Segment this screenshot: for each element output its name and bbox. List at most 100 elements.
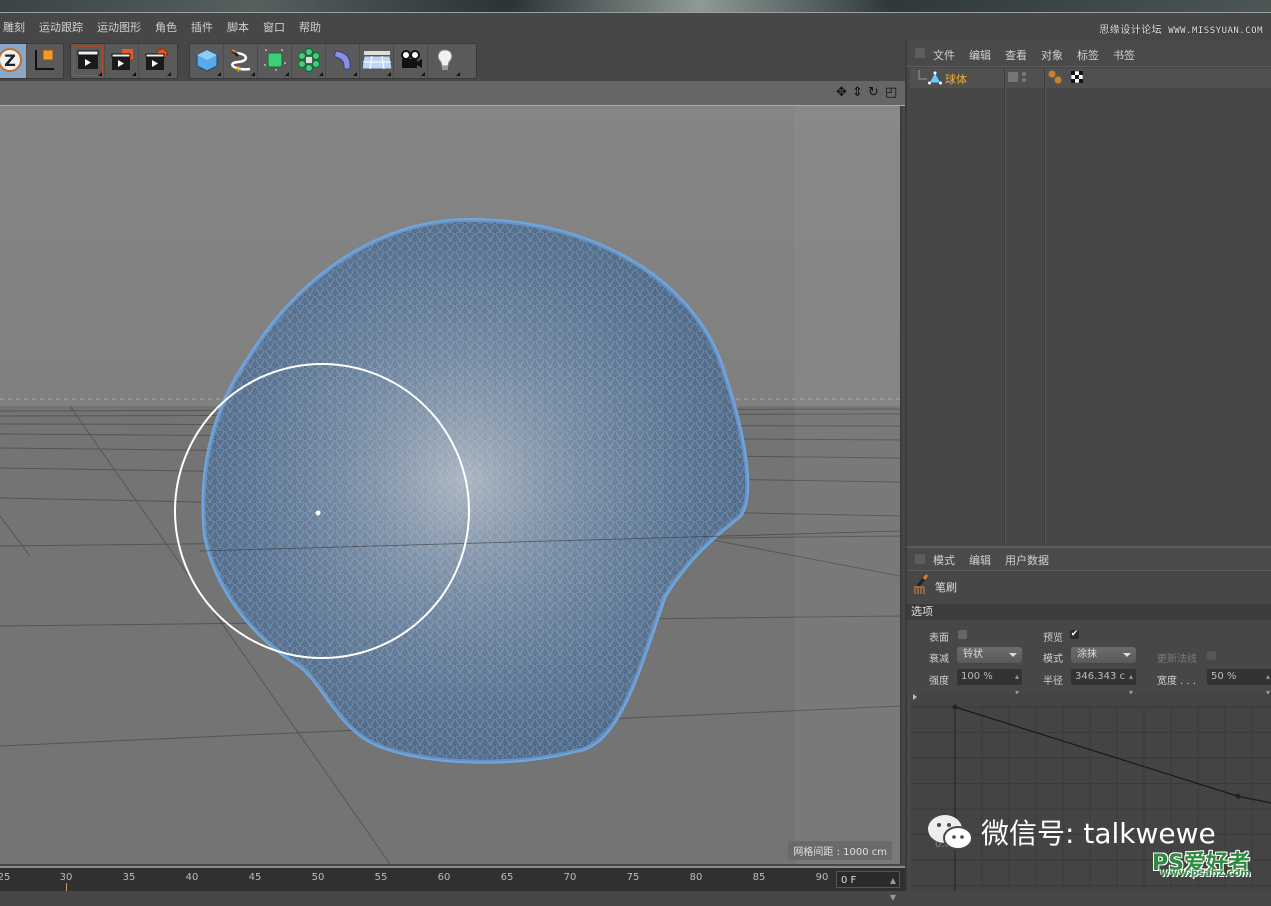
timeline[interactable]: 25 30 35 40 45 50 55 60 65 70 75 80 85 9… <box>0 866 905 902</box>
radius-value: 346.343 c <box>1075 671 1126 682</box>
toolbar-group-objects: + <box>189 43 477 79</box>
width-input[interactable]: 50 % ▴ ▾ <box>1207 669 1271 697</box>
menu-mode[interactable]: 模式 <box>933 552 955 568</box>
radius-input[interactable]: 346.343 c ▴ ▾ <box>1071 669 1136 697</box>
playhead[interactable] <box>66 883 67 891</box>
move-view-icon[interactable]: ✥ <box>836 85 847 100</box>
subdivision-icon <box>262 47 288 76</box>
tree-branch-icon <box>918 70 927 80</box>
menu-help[interactable]: 帮助 <box>299 19 321 35</box>
psahz-url: www.psahz.com <box>1160 868 1251 879</box>
menu-script[interactable]: 脚本 <box>227 19 249 35</box>
sphere-icon <box>928 71 942 85</box>
curve-knot[interactable] <box>952 704 958 710</box>
axis-object-icon <box>30 46 58 77</box>
timeline-tick: 35 <box>122 872 136 883</box>
editor-visibility-dot[interactable] <box>1022 72 1026 76</box>
update-normals-label: 更新法线 <box>1157 654 1197 665</box>
undo-z-icon: Z <box>0 47 23 76</box>
render-view-button[interactable] <box>71 44 105 78</box>
current-frame-value: 0 F <box>841 875 857 886</box>
section-options[interactable]: 选项 <box>907 604 1271 620</box>
menu-file[interactable]: 文件 <box>933 47 955 63</box>
strength-label: 强度 <box>929 676 949 687</box>
phong-tag-icon[interactable] <box>1048 69 1062 85</box>
timeline-tick: 55 <box>374 872 388 883</box>
zoom-view-icon[interactable]: ⇕ <box>852 85 863 100</box>
floor-button[interactable] <box>360 44 394 78</box>
chevron-down-icon <box>1009 653 1017 657</box>
falloff-value: 铃状 <box>963 649 983 660</box>
width-value: 50 % <box>1211 671 1237 682</box>
watermark-url: WWW.MISSYUAN.COM <box>1168 26 1263 36</box>
pen-spline-button[interactable]: + <box>224 44 258 78</box>
current-frame-field[interactable]: 0 F ▲ ▼ <box>836 871 900 902</box>
falloff-dropdown[interactable]: 铃状 <box>957 647 1022 663</box>
menu-user-data[interactable]: 用户数据 <box>1005 552 1049 568</box>
preview-checkbox[interactable]: ✔ <box>1070 630 1079 639</box>
strength-input[interactable]: 100 % ▴ ▾ <box>957 669 1022 697</box>
brush-tool-icon <box>914 574 929 594</box>
column-divider[interactable] <box>1044 68 1046 544</box>
menu-motion-tracking[interactable]: 运动跟踪 <box>39 19 83 35</box>
curve-y-tick: 0.4 <box>935 890 951 891</box>
cloner-icon <box>296 47 322 76</box>
watermark-top: 思缘设计论坛 WWW.MISSYUAN.COM <box>1099 21 1263 36</box>
falloff-label: 衰减 <box>929 654 949 665</box>
viewport-header: ✥ ⇕ ↻ ◰ <box>0 81 905 106</box>
layer-visibility-icon[interactable] <box>1008 72 1018 82</box>
object-manager: 文件 编辑 查看 对象 标签 书签 球体 <box>905 40 1271 546</box>
update-normals-checkbox[interactable] <box>1207 651 1216 660</box>
menu-edit[interactable]: 编辑 <box>969 47 991 63</box>
width-label: 宽度 . . . <box>1157 676 1197 687</box>
brush-center-dot <box>315 510 321 516</box>
panel-grip-icon[interactable] <box>915 554 925 564</box>
menu-objects[interactable]: 对象 <box>1041 47 1063 63</box>
render-settings-button[interactable] <box>139 44 173 78</box>
menu-plugins[interactable]: 插件 <box>191 19 213 35</box>
maximize-view-icon[interactable]: ◰ <box>885 85 897 100</box>
subdivision-button[interactable] <box>258 44 292 78</box>
render-visibility-dot[interactable] <box>1022 78 1026 82</box>
object-row-sphere[interactable]: 球体 <box>910 68 1271 88</box>
menu-mograph[interactable]: 运动图形 <box>97 19 141 35</box>
rotate-view-icon[interactable]: ↻ <box>868 85 879 100</box>
wechat-icon <box>928 815 973 850</box>
surface-label: 表面 <box>929 633 949 644</box>
spinner-icon[interactable]: ▲ ▼ <box>890 872 896 906</box>
desktop-strip <box>0 0 1271 13</box>
object-name[interactable]: 球体 <box>945 71 967 87</box>
menu-view[interactable]: 查看 <box>1005 47 1027 63</box>
strength-value: 100 % <box>961 671 993 682</box>
cube-button[interactable] <box>190 44 224 78</box>
undo-z-button[interactable]: Z <box>0 44 27 78</box>
timeline-tick: 80 <box>689 872 703 883</box>
camera-button[interactable] <box>394 44 428 78</box>
tool-header: 笔刷 <box>907 570 1271 604</box>
render-picture-viewer-button[interactable] <box>105 44 139 78</box>
menu-window[interactable]: 窗口 <box>263 19 285 35</box>
curve-knot[interactable] <box>1235 793 1241 799</box>
menu-character[interactable]: 角色 <box>155 19 177 35</box>
timeline-tick: 45 <box>248 872 262 883</box>
3d-viewport[interactable]: 网格间距 : 1000 cm <box>0 106 902 864</box>
column-divider[interactable] <box>1004 68 1006 544</box>
menu-edit[interactable]: 编辑 <box>969 552 991 568</box>
timeline-tick: 60 <box>437 872 451 883</box>
timeline-tick: 70 <box>563 872 577 883</box>
menu-sculpt[interactable]: 雕刻 <box>3 19 25 35</box>
menu-bookmarks[interactable]: 书签 <box>1113 47 1135 63</box>
light-button[interactable] <box>428 44 462 78</box>
svg-text:Z: Z <box>4 51 16 70</box>
panel-grip-icon[interactable] <box>915 48 925 58</box>
cloner-button[interactable] <box>292 44 326 78</box>
axis-object-button[interactable] <box>27 44 61 78</box>
viewport-scene <box>0 106 900 864</box>
menu-tags[interactable]: 标签 <box>1077 47 1099 63</box>
surface-checkbox[interactable] <box>958 630 967 639</box>
radius-label: 半径 <box>1043 676 1063 687</box>
attribute-manager-menu: 模式 编辑 用户数据 <box>907 548 1271 571</box>
deformer-button[interactable] <box>326 44 360 78</box>
texture-tag-icon[interactable] <box>1071 71 1083 83</box>
mode-dropdown[interactable]: 涂抹 <box>1071 647 1136 663</box>
